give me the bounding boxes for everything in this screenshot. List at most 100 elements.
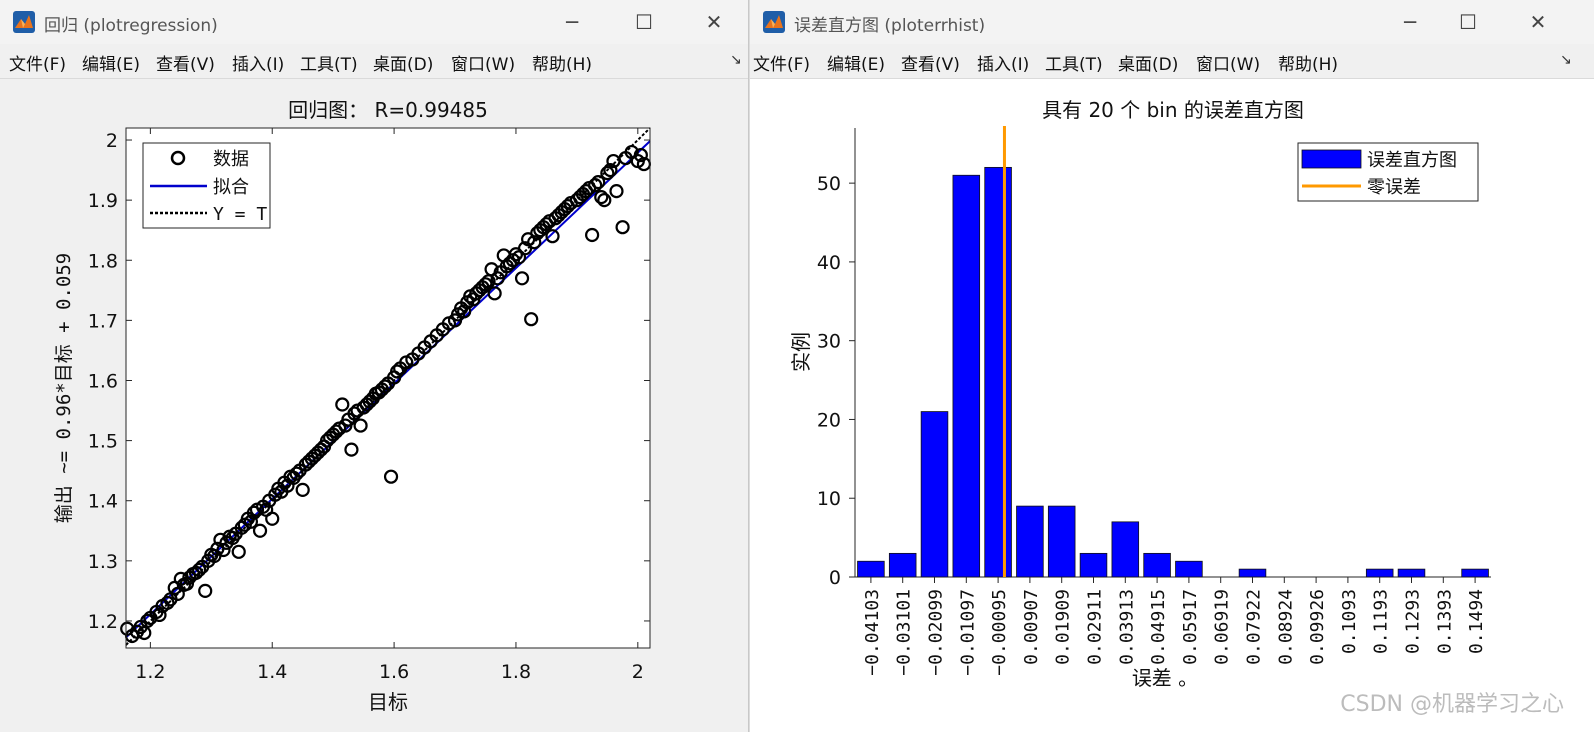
x-tick-label: 0.04915 [1148, 589, 1169, 665]
x-tick-label: 0.05917 [1180, 589, 1201, 665]
y-tick-label: 50 [817, 173, 841, 195]
figure-canvas: 0 10 20 30 40 50 −0.04103 −0.03101 −0.02099 −0.01… [750, 79, 1594, 732]
x-tick-label: 0.06919 [1212, 589, 1233, 665]
menu-bar: 文件(F) 编辑(E) 查看(V) 插入(I) 工具(T) 桌面(D) 窗口(W… [750, 44, 1594, 79]
menu-view[interactable]: 查看(V) [901, 50, 960, 75]
menu-window[interactable]: 窗口(W) [451, 50, 515, 75]
matlab-icon [763, 11, 785, 33]
x-tick-label: 0.00907 [1021, 589, 1042, 665]
title-bar[interactable]: 误差直方图 (ploterrhist) ─ ☐ ✕ [750, 0, 1594, 44]
menu-file[interactable]: 文件(F) [753, 50, 810, 75]
legend-label-histogram: 误差直方图 [1367, 150, 1457, 171]
close-button[interactable]: ✕ [694, 6, 734, 38]
legend[interactable]: 数据 拟合 Y = T [142, 142, 271, 229]
histogram-bar [1397, 568, 1426, 578]
x-axis-label: 目标 [368, 690, 408, 714]
minimize-button[interactable]: ─ [552, 6, 592, 38]
histogram-bar [888, 552, 917, 578]
menu-desktop[interactable]: 桌面(D) [373, 50, 433, 75]
y-tick-label: 20 [817, 409, 841, 431]
menu-bar: 文件(F) 编辑(E) 查看(V) 插入(I) 工具(T) 桌面(D) 窗口(W… [0, 44, 748, 79]
x-tick-label: 2 [632, 661, 644, 683]
x-tick-label: 0.08924 [1275, 589, 1296, 665]
matlab-icon [13, 11, 35, 33]
histogram-bar [952, 174, 981, 578]
menu-tools[interactable]: 工具(T) [1045, 50, 1103, 75]
x-tick-label: 0.1293 [1403, 589, 1424, 654]
x-tick-label: 1.6 [379, 661, 409, 683]
x-tick-label: −0.03101 [894, 589, 915, 676]
histogram-bar [920, 411, 949, 578]
y-tick-label: 1.7 [88, 310, 118, 332]
maximize-button[interactable]: ☐ [624, 6, 664, 38]
y-tick-label: 1.6 [88, 370, 118, 392]
x-tick-label: 0.03913 [1116, 589, 1137, 665]
y-axis-label: 输出 ~= 0.96*目标 + 0.059 [53, 253, 75, 523]
x-tick-label: −0.00095 [989, 589, 1010, 676]
legend-label-identity: Y = T [213, 204, 267, 225]
y-tick-label: 1.8 [88, 250, 118, 272]
legend-label-data: 数据 [213, 149, 249, 170]
menu-view[interactable]: 查看(V) [156, 50, 215, 75]
x-axis-label: 误差 。 [1132, 666, 1198, 690]
menu-insert[interactable]: 插入(I) [977, 50, 1029, 75]
histogram-bar [1238, 568, 1267, 578]
x-tick-label: 1.2 [135, 661, 165, 683]
histogram-bar [1111, 521, 1140, 578]
y-tick-label: 40 [817, 252, 841, 274]
histogram-bar [857, 560, 885, 578]
x-tick-label: 0.1494 [1466, 589, 1487, 654]
histogram-bar [1079, 552, 1108, 578]
menu-tools[interactable]: 工具(T) [300, 50, 358, 75]
watermark: CSDN @机器学习之心 [1340, 692, 1564, 717]
x-tick-label: 1.8 [501, 661, 531, 683]
error-histogram-plot: 0 10 20 30 40 50 −0.04103 −0.03101 −0.02099 −0.01… [789, 98, 1491, 690]
histogram-bar [1461, 568, 1489, 578]
histogram-bar [1175, 560, 1203, 578]
histogram-bar [1047, 505, 1076, 578]
menu-help[interactable]: 帮助(H) [532, 50, 592, 75]
y-tick-label: 1.2 [88, 611, 118, 633]
menu-insert[interactable]: 插入(I) [232, 50, 284, 75]
legend-swatch-histogram [1301, 149, 1362, 169]
title-bar[interactable]: 回归 (plotregression) ─ ☐ ✕ [0, 0, 748, 44]
window-title: 误差直方图 (ploterrhist) [794, 16, 986, 36]
legend[interactable]: 误差直方图 零误差 [1297, 142, 1479, 202]
x-tick-label: −0.02099 [926, 589, 947, 676]
x-tick-label: 0.02911 [1085, 589, 1106, 665]
x-tick-label: 0.1393 [1434, 589, 1455, 654]
histogram-bar [984, 166, 1012, 578]
minimize-button[interactable]: ─ [1390, 6, 1430, 38]
histogram-bar [1016, 505, 1044, 578]
toolbar-toggle-icon[interactable]: ↘ [730, 52, 742, 68]
menu-file[interactable]: 文件(F) [9, 50, 66, 75]
menu-edit[interactable]: 编辑(E) [82, 50, 140, 75]
figure-canvas: 1.2 1.4 1.6 1.8 2 1.2 1.3 1.4 1.5 1.6 1.7 1.8 1.9 2 回… [0, 79, 748, 732]
y-tick-label: 2 [106, 130, 118, 152]
legend-label-zero-error: 零误差 [1367, 177, 1421, 198]
menu-desktop[interactable]: 桌面(D) [1118, 50, 1178, 75]
x-tick-label: 0.09926 [1307, 589, 1328, 665]
y-tick-label: 1.4 [88, 491, 118, 513]
maximize-button[interactable]: ☐ [1448, 6, 1488, 38]
close-button[interactable]: ✕ [1518, 6, 1558, 38]
histogram-bar [1365, 568, 1394, 578]
menu-edit[interactable]: 编辑(E) [827, 50, 885, 75]
y-tick-label: 0 [829, 567, 841, 589]
y-tick-label: 10 [817, 488, 841, 510]
chart-title: 回归图： R=0.99485 [288, 98, 488, 122]
y-tick-label: 1.5 [88, 431, 118, 453]
x-tick-label: 0.07922 [1244, 589, 1265, 665]
menu-window[interactable]: 窗口(W) [1196, 50, 1260, 75]
chart-title: 具有 20 个 bin 的误差直方图 [1042, 98, 1304, 122]
menu-help[interactable]: 帮助(H) [1278, 50, 1338, 75]
window-title: 回归 (plotregression) [44, 16, 218, 36]
regression-plot: 1.2 1.4 1.6 1.8 2 1.2 1.3 1.4 1.5 1.6 1.7 1.8 1.9 2 回… [53, 98, 652, 714]
legend-label-fit: 拟合 [213, 177, 249, 198]
toolbar-toggle-icon[interactable]: ↘ [1560, 52, 1572, 68]
regression-window: 回归 (plotregression) ─ ☐ ✕ 文件(F) 编辑(E) 查看… [0, 0, 749, 732]
histogram-bar [1143, 552, 1171, 578]
y-axis-label: 实例 [789, 332, 813, 372]
y-tick-label: 1.3 [88, 551, 118, 573]
y-tick-label: 1.9 [88, 190, 118, 212]
